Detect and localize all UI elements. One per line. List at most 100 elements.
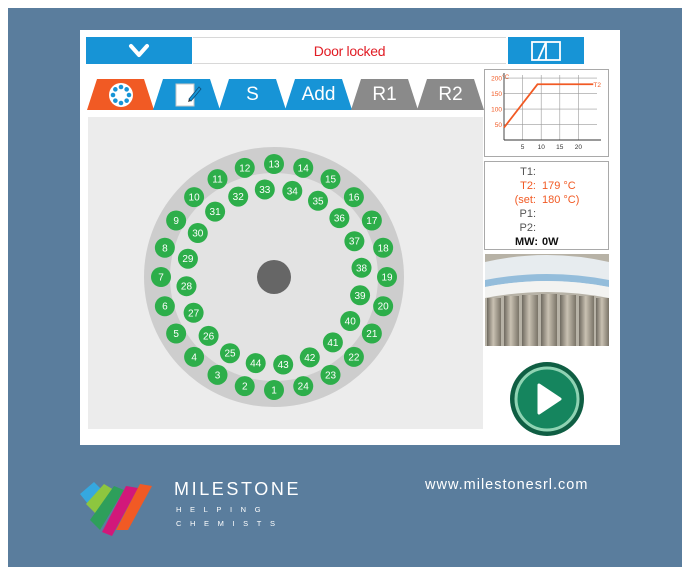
vessel-label: 21 — [366, 329, 378, 340]
vessel-40[interactable]: 40 — [340, 311, 361, 331]
chart-series-t2 — [503, 83, 594, 129]
vessel-label: 1 — [271, 386, 277, 397]
vessel-19[interactable]: 19 — [377, 267, 397, 287]
vessel-12[interactable]: 12 — [234, 157, 255, 178]
vessel-label: 20 — [378, 302, 390, 313]
vessel-5[interactable]: 5 — [166, 323, 187, 344]
vessel-label: 33 — [259, 185, 271, 196]
set-label: (set: — [514, 194, 536, 206]
chart-ytick-label: 50 — [495, 122, 503, 129]
vessel-label: 4 — [191, 352, 197, 363]
vessel-label: 19 — [381, 273, 393, 284]
start-button[interactable] — [509, 361, 585, 437]
vessel-39[interactable]: 39 — [350, 285, 371, 306]
vessel-28[interactable]: 28 — [176, 276, 197, 297]
tab-rotor[interactable] — [87, 79, 154, 110]
set-row: (set: 180 °C) — [485, 194, 610, 207]
chart-xtick-label: 20 — [575, 144, 583, 151]
vessel-label: 9 — [173, 216, 179, 227]
mw-label: MW: — [514, 236, 538, 248]
brand-name: MILESTONE — [174, 479, 302, 499]
vessel-label: 30 — [192, 229, 204, 240]
vessel-label: 36 — [334, 214, 346, 225]
menu-button[interactable] — [86, 37, 192, 64]
vessel-44[interactable]: 44 — [245, 353, 266, 374]
brand-tagline-2: CHEMISTS — [176, 519, 284, 528]
chevron-down-icon — [129, 43, 149, 57]
tab-s[interactable]: S — [219, 79, 286, 110]
p2-label: P2: — [519, 222, 536, 234]
vessel-10[interactable]: 10 — [184, 187, 205, 208]
vessel-label: 37 — [349, 237, 361, 248]
vessel-label: 42 — [304, 353, 316, 364]
vessel-label: 16 — [348, 193, 360, 204]
vessel-label: 43 — [278, 360, 290, 371]
page-frame: Door locked S Add R1 R2 1 2 3 4 5 6 7 8 9 10 11 12 1… — [0, 0, 690, 575]
tab-add[interactable]: Add — [285, 79, 352, 110]
rotor-diagram: 123456789101112 13 14151617181920212223242… — [144, 147, 404, 407]
mw-value: 0W — [542, 236, 559, 248]
t2-label: T2: — [520, 180, 536, 192]
vessel-4[interactable]: 4 — [184, 346, 205, 367]
vessel-31[interactable]: 31 — [205, 201, 226, 222]
rotor-icon — [106, 81, 136, 109]
vessel-23[interactable]: 23 — [320, 364, 341, 385]
p1-row: P1: — [485, 208, 610, 221]
vessel-27[interactable]: 27 — [183, 302, 204, 323]
vessel-34[interactable]: 34 — [282, 180, 303, 201]
vessel-label: 13 — [268, 160, 280, 171]
vessel-26[interactable]: 26 — [198, 325, 219, 346]
vessel-label: 44 — [250, 359, 262, 370]
vessel-25[interactable]: 25 — [220, 343, 240, 364]
p2-row: P2: — [485, 222, 610, 235]
vessel-33[interactable]: 33 — [254, 179, 275, 200]
manual-button[interactable] — [508, 37, 584, 64]
rotor-hub — [257, 260, 291, 294]
vessel-label: 11 — [212, 175, 223, 186]
website-link[interactable]: www.milestonesrl.com — [425, 477, 588, 493]
vessel-30[interactable]: 30 — [187, 223, 208, 243]
vessel-label: 22 — [348, 352, 360, 363]
vessel-8[interactable]: 8 — [154, 237, 175, 258]
tab-r2[interactable]: R2 — [417, 79, 484, 110]
vessel-2[interactable]: 2 — [234, 376, 255, 397]
p1-label: P1: — [519, 208, 536, 220]
t2-value: 179 °C — [542, 180, 576, 192]
vessel-42[interactable]: 42 — [299, 347, 320, 368]
tab-edit[interactable] — [153, 79, 220, 110]
vessel-7[interactable]: 7 — [151, 267, 171, 287]
vessel-label: 34 — [287, 186, 299, 197]
vessel-label: 12 — [239, 163, 251, 174]
vessel-17[interactable]: 17 — [361, 210, 382, 231]
chart-xtick-label: 15 — [556, 144, 564, 151]
vessel-38[interactable]: 38 — [351, 257, 372, 278]
vessel-36[interactable]: 36 — [329, 208, 350, 229]
vessel-37[interactable]: 37 — [344, 231, 365, 252]
vessel-32[interactable]: 32 — [228, 186, 249, 207]
vessel-9[interactable]: 9 — [166, 210, 187, 231]
vessel-29[interactable]: 29 — [177, 248, 198, 269]
vessel-24[interactable]: 24 — [293, 376, 314, 397]
vessel-label: 27 — [188, 308, 200, 319]
vessel-1[interactable]: 1 — [264, 380, 284, 400]
vessel-label: 24 — [298, 382, 310, 393]
vessel-18[interactable]: 18 — [373, 237, 394, 258]
chamber-camera-view — [485, 254, 609, 346]
tab-r1[interactable]: R1 — [351, 79, 418, 110]
vessel-22[interactable]: 22 — [343, 346, 364, 367]
vessel-20[interactable]: 20 — [373, 296, 394, 317]
vessel-label: 26 — [203, 331, 215, 342]
vessel-35[interactable]: 35 — [308, 190, 328, 211]
vessel-11[interactable]: 11 — [207, 169, 228, 190]
vessel-16[interactable]: 16 — [343, 187, 364, 208]
vessel-6[interactable]: 6 — [154, 296, 175, 317]
vessel-13[interactable]: 13 — [264, 154, 284, 174]
vessel-43[interactable]: 43 — [273, 354, 294, 375]
vessel-15[interactable]: 15 — [320, 169, 341, 190]
vessel-41[interactable]: 41 — [322, 332, 343, 353]
vessel-14[interactable]: 14 — [293, 157, 314, 178]
set-value: 180 °C) — [542, 194, 580, 206]
vessel-3[interactable]: 3 — [207, 364, 228, 385]
vessel-21[interactable]: 21 — [361, 323, 382, 344]
book-icon — [531, 40, 561, 61]
